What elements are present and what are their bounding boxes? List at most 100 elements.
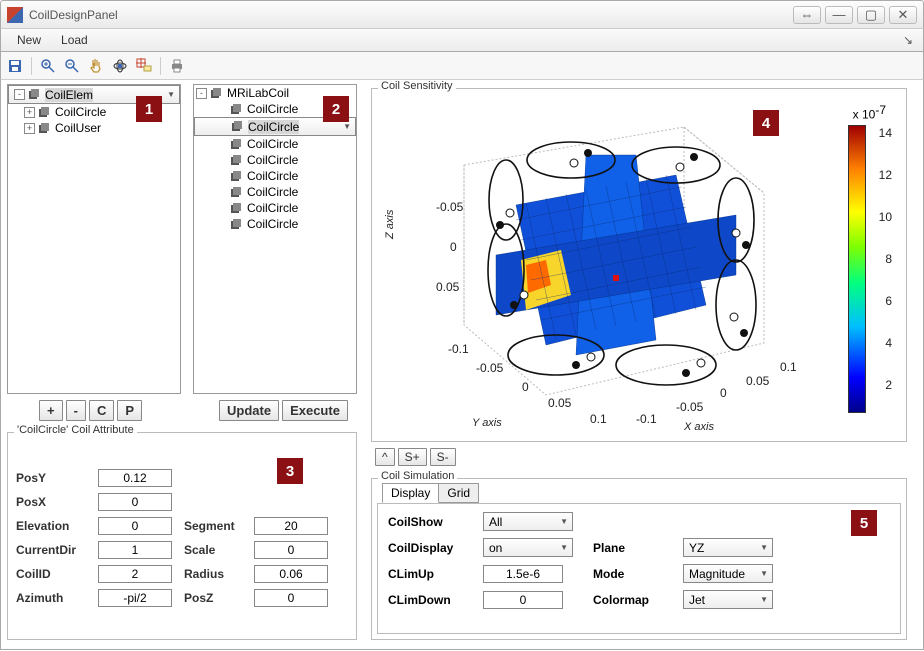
c-button[interactable]: C — [89, 400, 114, 421]
tab-display[interactable]: Display — [382, 483, 439, 503]
sminus-button[interactable]: S- — [430, 448, 456, 466]
annotation-4: 4 — [753, 110, 779, 136]
posx-label: PosX — [16, 495, 86, 509]
tree2-item[interactable]: CoilCircle — [194, 200, 356, 216]
tree2-item[interactable]: CoilCircle — [194, 216, 356, 232]
plane-select[interactable]: YZ — [683, 538, 773, 557]
datacursor-icon[interactable] — [134, 56, 154, 76]
climdown-label: CLimDown — [388, 593, 463, 607]
window-close-button[interactable]: ✕ — [889, 6, 917, 24]
colorbar — [848, 125, 866, 413]
tree2-item[interactable]: CoilCircle — [194, 152, 356, 168]
window-maximize-button[interactable]: ▢ — [857, 6, 885, 24]
svg-text:-0.1: -0.1 — [636, 412, 657, 426]
climup-input[interactable] — [483, 565, 563, 583]
execute-button[interactable]: Execute — [282, 400, 348, 421]
svg-text:-0.1: -0.1 — [448, 342, 469, 356]
rotate3d-icon[interactable] — [110, 56, 130, 76]
coildisplay-label: CoilDisplay — [388, 541, 463, 555]
scale-input[interactable] — [254, 541, 328, 559]
window-minimize-button[interactable]: — — [825, 6, 853, 24]
coildisplay-select[interactable]: on — [483, 538, 573, 557]
mode-label: Mode — [593, 567, 663, 581]
colorbar-ticks: 14 12 10 8 6 4 2 — [870, 119, 892, 419]
tree2-item[interactable]: CoilCircle — [194, 184, 356, 200]
currentdir-input[interactable] — [98, 541, 172, 559]
add-button[interactable]: + — [39, 400, 63, 421]
y-axis-label: Y axis — [472, 417, 502, 429]
tab-grid[interactable]: Grid — [438, 483, 479, 503]
sim-legend: Coil Simulation — [378, 470, 457, 482]
svg-text:0.05: 0.05 — [746, 374, 770, 388]
segment-input[interactable] — [254, 517, 328, 535]
coilid-input[interactable] — [98, 565, 172, 583]
save-icon[interactable] — [5, 56, 25, 76]
app-icon — [7, 7, 23, 23]
climdown-input[interactable] — [483, 591, 563, 609]
azimuth-label: Azimuth — [16, 591, 86, 605]
posy-input[interactable] — [98, 469, 172, 487]
segment-label: Segment — [184, 519, 242, 533]
toolbar-separator — [160, 57, 161, 75]
svg-text:0: 0 — [450, 240, 457, 254]
coil-attribute-panel: 'CoilCircle' Coil Attribute PosY PosX El… — [7, 432, 357, 640]
pan-icon[interactable] — [86, 56, 106, 76]
colormap-label: Colormap — [593, 593, 663, 607]
svg-text:0: 0 — [522, 380, 529, 394]
svg-text:-0.05: -0.05 — [676, 400, 704, 414]
menu-new[interactable]: New — [7, 30, 51, 50]
annotation-3: 3 — [277, 458, 303, 484]
coilshow-select[interactable]: All — [483, 512, 573, 531]
window-whatsthis-button[interactable]: ⇔ — [793, 6, 821, 24]
azimuth-input[interactable] — [98, 589, 172, 607]
posy-label: PosY — [16, 471, 86, 485]
coil-simulation-panel: Coil Simulation Display Grid CoilShow Al… — [371, 478, 907, 640]
svg-text:0.05: 0.05 — [548, 396, 572, 410]
svg-text:0: 0 — [720, 386, 727, 400]
svg-text:0.05: 0.05 — [436, 280, 460, 294]
coilshow-label: CoilShow — [388, 515, 463, 529]
plane-label: Plane — [593, 541, 663, 555]
update-button[interactable]: Update — [219, 400, 279, 421]
p-button[interactable]: P — [117, 400, 142, 421]
coilid-label: CoilID — [16, 567, 86, 581]
tree2-item[interactable]: CoilCircle — [194, 168, 356, 184]
colorbar-exponent: x 10-7 — [853, 103, 886, 122]
zoom-out-icon[interactable] — [62, 56, 82, 76]
svg-text:0.1: 0.1 — [780, 360, 797, 374]
svg-text:-0.05: -0.05 — [476, 361, 504, 375]
climup-label: CLimUp — [388, 567, 463, 581]
elevation-input[interactable] — [98, 517, 172, 535]
plot-legend: Coil Sensitivity — [378, 80, 456, 92]
z-axis-label: Z axis — [384, 210, 396, 239]
window-title: CoilDesignPanel — [29, 8, 789, 22]
x-axis-label: X axis — [684, 421, 714, 433]
annotation-1: 1 — [136, 96, 162, 122]
caret-button[interactable]: ^ — [375, 448, 395, 466]
delete-button[interactable]: - — [66, 400, 86, 421]
elevation-label: Elevation — [16, 519, 86, 533]
sensitivity-3d-plot[interactable]: -0.05 0 0.05 -0.1 -0.05 0 0.05 0.1 -0.1 -0.05 0 0… — [376, 95, 816, 435]
menu-chevron-icon[interactable]: ↘ — [903, 33, 913, 47]
attr-legend: 'CoilCircle' Coil Attribute — [14, 424, 137, 436]
menu-load[interactable]: Load — [51, 30, 98, 50]
tree1-item[interactable]: +CoilUser — [8, 120, 180, 136]
currentdir-label: CurrentDir — [16, 543, 86, 557]
tree-coilelem[interactable]: -CoilElem +CoilCircle +CoilUser — [7, 84, 181, 394]
radius-input[interactable] — [254, 565, 328, 583]
svg-text:0.1: 0.1 — [590, 412, 607, 426]
coil-sensitivity-panel: Coil Sensitivity — [371, 88, 907, 442]
posz-input[interactable] — [254, 589, 328, 607]
scale-label: Scale — [184, 543, 242, 557]
colormap-select[interactable]: Jet — [683, 590, 773, 609]
print-icon[interactable] — [167, 56, 187, 76]
tree2-item[interactable]: CoilCircle — [194, 136, 356, 152]
posz-label: PosZ — [184, 591, 242, 605]
zoom-in-icon[interactable] — [38, 56, 58, 76]
svg-text:-0.05: -0.05 — [436, 200, 464, 214]
mode-select[interactable]: Magnitude — [683, 564, 773, 583]
tree-mrilabcoil[interactable]: -MRiLabCoil CoilCircle CoilCircle CoilCi… — [193, 84, 357, 394]
posx-input[interactable] — [98, 493, 172, 511]
splus-button[interactable]: S+ — [398, 448, 427, 466]
annotation-2: 2 — [323, 96, 349, 122]
